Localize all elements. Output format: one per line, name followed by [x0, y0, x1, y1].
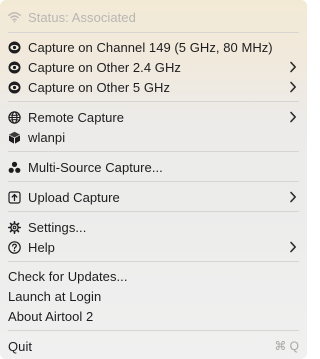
remote-capture-label: Remote Capture [28, 109, 125, 125]
capture-channel-item[interactable]: Capture on Channel 149 (5 GHz, 80 MHz) [0, 37, 307, 57]
wlanpi-item[interactable]: wlanpi [0, 127, 307, 147]
eye-icon [8, 81, 21, 94]
multi-source-capture-label: Multi-Source Capture... [28, 159, 163, 175]
capture-channel-label: Capture on Channel 149 (5 GHz, 80 MHz) [28, 39, 273, 55]
settings-item[interactable]: Settings... [0, 217, 307, 237]
separator [8, 330, 299, 331]
remote-capture-item[interactable]: Remote Capture [0, 107, 307, 127]
about-item[interactable]: About Airtool 2 [0, 306, 307, 326]
settings-label: Settings... [28, 219, 87, 235]
upload-capture-item[interactable]: Upload Capture [0, 187, 307, 207]
capture-other-24-label: Capture on Other 2.4 GHz [28, 59, 181, 75]
launch-at-login-label: Launch at Login [8, 288, 102, 304]
three-circles-icon [8, 161, 21, 174]
check-for-updates-item[interactable]: Check for Updates... [0, 266, 307, 286]
eye-icon [8, 41, 21, 54]
wifi-icon [8, 11, 21, 24]
chevron-right-icon [290, 61, 296, 73]
separator [8, 151, 299, 152]
chevron-right-icon [290, 241, 296, 253]
airtool-menu: Status: Associated Capture on Channel 14… [0, 0, 307, 359]
gear-icon [8, 220, 21, 234]
cube-icon [8, 131, 21, 144]
chevron-right-icon [290, 191, 296, 203]
quit-item[interactable]: Quit ⌘ Q [0, 336, 307, 356]
check-for-updates-label: Check for Updates... [8, 268, 128, 284]
separator [8, 101, 299, 102]
capture-other-24-item[interactable]: Capture on Other 2.4 GHz [0, 57, 307, 77]
chevron-right-icon [290, 111, 296, 123]
separator [8, 261, 299, 262]
upload-icon [8, 190, 21, 204]
separator [8, 211, 299, 212]
quit-shortcut: ⌘ Q [274, 339, 299, 353]
launch-at-login-item[interactable]: Launch at Login [0, 286, 307, 306]
question-icon [8, 240, 21, 254]
quit-label: Quit [8, 338, 33, 354]
status-label: Status: Associated [28, 9, 136, 25]
separator [8, 181, 299, 182]
capture-other-5-item[interactable]: Capture on Other 5 GHz [0, 77, 307, 97]
multi-source-capture-item[interactable]: Multi-Source Capture... [0, 157, 307, 177]
status-item: Status: Associated [0, 7, 307, 27]
eye-icon [8, 61, 21, 74]
upload-capture-label: Upload Capture [28, 189, 120, 205]
separator [8, 32, 299, 33]
help-item[interactable]: Help [0, 237, 307, 257]
help-label: Help [28, 239, 55, 255]
globe-icon [8, 110, 21, 124]
wlanpi-label: wlanpi [28, 129, 66, 145]
capture-other-5-label: Capture on Other 5 GHz [28, 79, 170, 95]
chevron-right-icon [290, 81, 296, 93]
about-label: About Airtool 2 [8, 308, 94, 324]
